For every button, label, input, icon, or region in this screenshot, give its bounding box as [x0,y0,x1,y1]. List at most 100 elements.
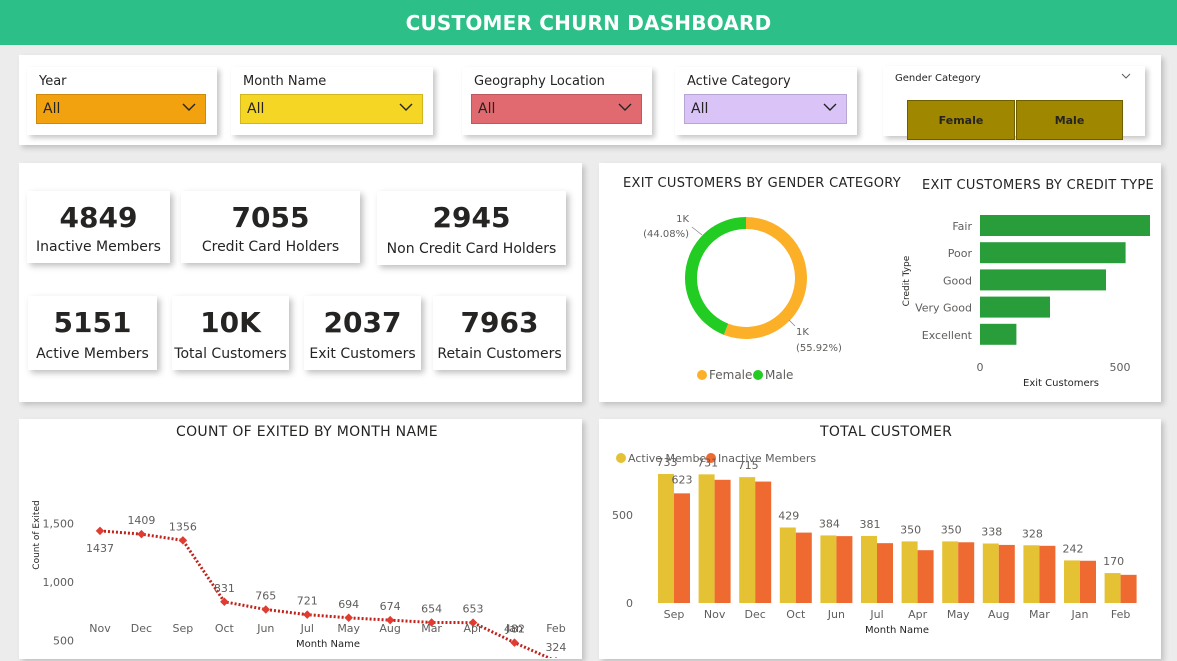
kpi-label: Exit Customers [309,346,416,362]
data-label: 170 [1103,555,1124,568]
credit-category-label: Good [943,274,972,287]
x-tick-label: Nov [89,622,111,635]
kpi-total-customers: 10K Total Customers [172,296,289,370]
exited-by-month-line-chart: 1,500 1,000 500 Count of Exited 1437 Nov 1409 D… [32,500,566,658]
kpi-retain-customers: 7963 Retain Customers [433,296,566,370]
donut-label-pct: (44.08%) [643,229,689,240]
kpi-label: Inactive Members [36,239,161,255]
y-axis-label: Count of Exited [32,500,42,569]
kpi-value: 2945 [432,201,511,234]
donut-slice-male [685,217,746,335]
month-slicer: Month Name All [231,67,433,135]
chevron-down-icon [618,103,632,111]
y-tick-label: 500 [612,509,633,522]
data-label: 831 [214,582,235,595]
x-tick-label: Jan [1071,608,1089,621]
x-axis-label: Month Name [296,639,360,650]
year-dropdown[interactable]: All [36,94,206,124]
geography-slicer: Geography Location All [462,67,652,135]
x-tick-label: Jul [300,622,314,635]
x-tick-label: Sep [173,622,194,635]
data-label: 721 [297,595,318,608]
year-slicer: Year All [27,67,217,135]
gender-male-button[interactable]: Male [1016,100,1123,140]
x-tick-label: May [947,608,970,621]
data-label: 1409 [127,514,155,527]
y-tick-label: 500 [53,635,74,648]
data-label: 328 [1022,527,1043,540]
bar-active [1023,545,1040,603]
data-label: 350 [941,523,962,536]
bar-active [779,527,796,603]
line-point [95,526,105,536]
legend-label: Inactive Members [718,452,816,465]
geography-dropdown-value: All [478,101,496,117]
geography-slicer-label: Geography Location [474,74,605,89]
credit-category-label: Very Good [915,302,972,315]
x-tick-label: Jul [869,608,883,621]
data-label: 384 [819,517,840,530]
bar-active [861,535,877,603]
month-slicer-label: Month Name [243,74,327,89]
kpi-label: Active Members [36,346,149,362]
x-tick-label: Oct [215,622,235,635]
kpi-value: 2037 [323,306,402,339]
x-tick-label: Nov [704,608,726,621]
dashboard-title: CUSTOMER CHURN DASHBOARD [405,10,772,35]
bar-inactive [755,481,772,603]
chevron-down-icon[interactable] [1121,72,1131,80]
leader-line [691,226,703,236]
data-label: 350 [900,523,921,536]
credit-bar [980,296,1050,318]
x-tick-label: Apr [464,622,484,635]
line-point [344,613,353,623]
x-tick-label: Aug [988,608,1009,621]
credit-bar [980,323,1017,345]
x-tick-label: Oct [786,608,806,621]
credit-category-label: Fair [952,220,972,233]
gender-chart-title: EXIT CUSTOMERS BY GENDER CATEGORY [623,176,902,191]
bar-inactive [958,542,975,603]
kpi-inactive-members: 4849 Inactive Members [27,191,170,263]
kpi-non-credit-card-holders: 2945 Non Credit Card Holders [377,191,566,265]
data-label: 674 [380,600,401,613]
donut-slice-female [723,217,808,339]
bar-inactive [1039,545,1056,603]
kpi-label: Credit Card Holders [201,239,340,255]
data-label: 765 [255,589,276,602]
active-slicer: Active Category All [675,67,857,135]
data-label: 1356 [169,520,197,533]
x-tick-label: 500 [1110,361,1131,374]
legend-marker [616,453,626,463]
geography-dropdown[interactable]: All [471,94,642,124]
bar-inactive [877,543,893,603]
x-tick-label: Apr [908,608,928,621]
legend-label-male: Male [765,368,793,382]
bar-active [739,477,756,603]
data-label: 654 [421,602,442,615]
total-customer-bar-chart: Active Member Inactive Members5000Sep Nov D… [612,452,1137,636]
y-tick-label: 1,500 [43,518,75,531]
kpi-label: Retain Customers [437,346,562,362]
month-dropdown[interactable]: All [240,94,423,124]
kpi-exit-customers: 2037 Exit Customers [304,296,421,370]
line-point [303,610,312,619]
bar-active [698,474,715,603]
bar-inactive [836,536,853,603]
credit-category-label: Poor [948,247,973,260]
bar-inactive [998,544,1015,603]
data-label: 338 [981,526,1002,539]
x-tick-label: Mar [1029,608,1050,621]
chevron-down-icon [823,103,837,111]
bar-active [1064,560,1080,603]
kpi-value: 4849 [59,201,138,234]
active-dropdown[interactable]: All [684,94,847,124]
x-tick-label: Jun [827,608,845,621]
data-label: 242 [1063,542,1084,555]
line-point [137,529,146,539]
leader-line [788,319,796,327]
x-tick-label: Feb [1111,608,1130,621]
legend-label-female: Female [709,368,752,382]
legend-marker-female [697,370,707,380]
gender-female-button[interactable]: Female [907,100,1015,140]
